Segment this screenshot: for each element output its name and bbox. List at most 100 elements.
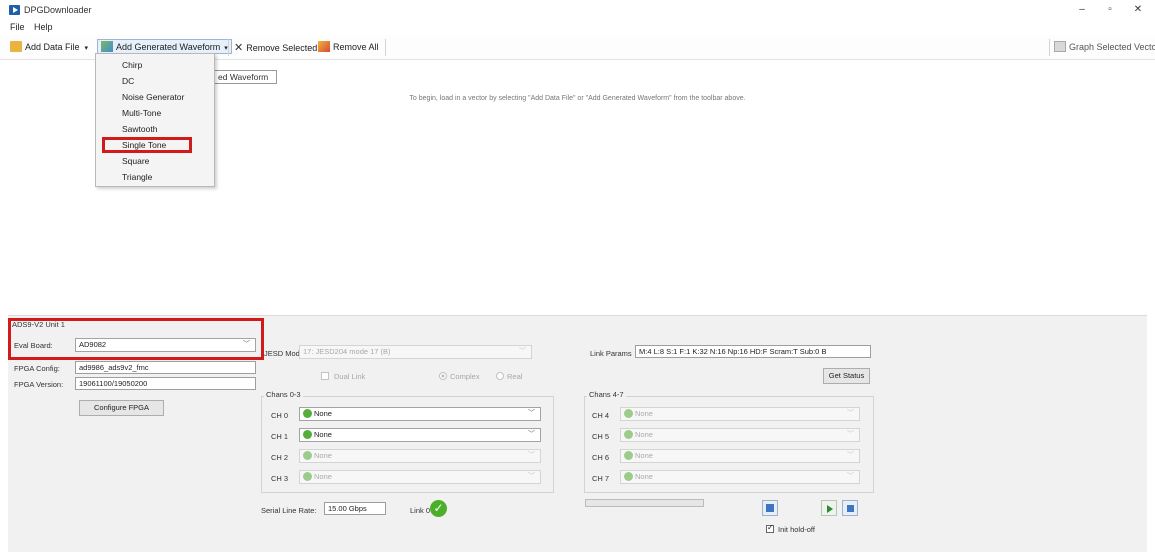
- play-icon: [827, 505, 833, 513]
- get-status-button[interactable]: Get Status: [823, 368, 870, 384]
- ch0-label: CH 0: [271, 411, 289, 420]
- status-dot-icon: [624, 430, 633, 439]
- tooltip: ed Waveform: [214, 70, 277, 84]
- board-config-panel: ADS9-V2 Unit 1 Eval Board: AD9082 ﹀ FPGA …: [8, 315, 1147, 552]
- remove-selected-button[interactable]: ✕ Remove Selected: [234, 41, 317, 54]
- app-icon: [9, 5, 20, 15]
- link-params-field[interactable]: M:4 L:8 S:1 F:1 K:32 N:16 Np:16 HD:F Scr…: [635, 345, 871, 358]
- link-params-label: Link Params: [590, 349, 632, 358]
- add-generated-waveform-button[interactable]: Add Generated Waveform ▾: [97, 39, 232, 54]
- ch2-select[interactable]: None ﹀: [299, 449, 541, 463]
- ch7-label: CH 7: [592, 474, 610, 483]
- ch1-label: CH 1: [271, 432, 289, 441]
- serial-line-rate-label: Serial Line Rate:: [261, 506, 317, 515]
- chevron-down-icon: ﹀: [847, 410, 854, 417]
- menu-item-square[interactable]: Square: [122, 156, 149, 166]
- ch0-select[interactable]: None ﹀: [299, 407, 541, 421]
- menu-item-noise-generator[interactable]: Noise Generator: [122, 92, 184, 102]
- toolbar-separator: [385, 39, 386, 56]
- graph-selected-vector-button[interactable]: Graph Selected Vector: [1054, 41, 1155, 52]
- real-radio[interactable]: Real: [496, 372, 522, 381]
- chevron-down-icon: ﹀: [528, 452, 535, 459]
- ch6-label: CH 6: [592, 453, 610, 462]
- menu-file[interactable]: File: [10, 22, 25, 32]
- window-title: DPGDownloader: [24, 5, 92, 15]
- stop-button[interactable]: [842, 500, 858, 516]
- progress-bar: [585, 499, 704, 507]
- menu-item-multi-tone[interactable]: Multi-Tone: [122, 108, 161, 118]
- checkmark-icon: ✓: [767, 523, 774, 532]
- status-dot-icon: [303, 409, 312, 418]
- status-dot-icon: [303, 430, 312, 439]
- init-holdoff-checkbox[interactable]: ✓: [766, 523, 774, 533]
- ch3-select[interactable]: None ﹀: [299, 470, 541, 484]
- toolbar-separator: [1049, 39, 1050, 56]
- chevron-down-icon: ﹀: [847, 473, 854, 480]
- status-dot-icon: [624, 409, 633, 418]
- ch4-select[interactable]: None ﹀: [620, 407, 860, 421]
- download-icon: [766, 504, 774, 512]
- menu-help[interactable]: Help: [34, 22, 53, 32]
- play-button[interactable]: [821, 500, 837, 516]
- fpga-version-field[interactable]: 19061100/19050200: [75, 377, 256, 390]
- link0-label: Link 0: [410, 506, 431, 515]
- ch6-select[interactable]: None ﹀: [620, 449, 860, 463]
- eval-board-label: Eval Board:: [14, 341, 53, 350]
- waveform-dropdown-menu: Chirp DC Noise Generator Multi-Tone Sawt…: [95, 53, 215, 187]
- download-button[interactable]: [762, 500, 778, 516]
- fpga-version-label: FPGA Version:: [14, 380, 64, 389]
- ch3-label: CH 3: [271, 474, 289, 483]
- status-dot-icon: [303, 451, 312, 460]
- chevron-down-icon: ﹀: [519, 348, 526, 355]
- x-icon: ✕: [234, 42, 244, 54]
- chevron-down-icon: ﹀: [528, 431, 535, 438]
- menu-item-sawtooth[interactable]: Sawtooth: [122, 124, 157, 134]
- dual-link-label: Dual Link: [334, 372, 366, 381]
- ch2-label: CH 2: [271, 453, 289, 462]
- minimize-button[interactable]: –: [1068, 2, 1096, 18]
- stop-icon: [847, 505, 854, 512]
- chevron-down-icon: ﹀: [528, 473, 535, 480]
- waveform-icon: [101, 41, 113, 52]
- menu-item-triangle[interactable]: Triangle: [122, 172, 152, 182]
- fpga-config-label: FPGA Config:: [14, 364, 60, 373]
- configure-fpga-button[interactable]: Configure FPGA: [79, 400, 164, 416]
- init-holdoff-label: Init hold-off: [778, 525, 815, 534]
- ch5-label: CH 5: [592, 432, 610, 441]
- complex-radio[interactable]: Complex: [439, 372, 480, 381]
- ch4-label: CH 4: [592, 411, 610, 420]
- graph-icon: [1054, 41, 1066, 52]
- chans-4-7-title: Chans 4-7: [587, 390, 626, 399]
- toolbar-separator: [228, 39, 229, 56]
- menu-item-chirp[interactable]: Chirp: [122, 60, 142, 70]
- fpga-config-field[interactable]: ad9986_ads9v2_fmc: [75, 361, 256, 374]
- folder-remove-icon: [318, 41, 330, 52]
- chevron-down-icon: ﹀: [847, 431, 854, 438]
- radio-icon: [439, 372, 447, 380]
- folder-icon: [10, 41, 22, 52]
- remove-all-button[interactable]: Remove All: [318, 41, 379, 52]
- link-ok-check-icon: ✓: [430, 500, 447, 517]
- ch1-select[interactable]: None ﹀: [299, 428, 541, 442]
- chans-0-3-title: Chans 0-3: [264, 390, 303, 399]
- jesd-mode-select[interactable]: 17: JESD204 mode 17 (B) ﹀: [299, 345, 532, 359]
- chevron-down-icon: ﹀: [243, 341, 250, 348]
- ch7-select[interactable]: None ﹀: [620, 470, 860, 484]
- chevron-down-icon: ﹀: [528, 410, 535, 417]
- add-data-file-button[interactable]: Add Data File ▾: [10, 41, 88, 52]
- radio-icon: [496, 372, 504, 380]
- maximize-button[interactable]: ▫: [1096, 2, 1124, 18]
- menu-bar: File Help: [0, 20, 1155, 35]
- dual-link-checkbox[interactable]: [321, 372, 329, 380]
- chevron-down-icon: ﹀: [847, 452, 854, 459]
- title-bar: DPGDownloader – ▫ ✕: [0, 0, 1155, 20]
- status-dot-icon: [303, 472, 312, 481]
- highlight-box: [102, 137, 192, 153]
- ch5-select[interactable]: None ﹀: [620, 428, 860, 442]
- app-window: DPGDownloader – ▫ ✕ File Help Add Data F…: [0, 0, 1155, 552]
- eval-board-select[interactable]: AD9082 ﹀: [75, 338, 256, 352]
- status-dot-icon: [624, 451, 633, 460]
- close-button[interactable]: ✕: [1124, 2, 1152, 18]
- serial-line-rate-field[interactable]: 15.00 Gbps: [324, 502, 386, 515]
- menu-item-dc[interactable]: DC: [122, 76, 134, 86]
